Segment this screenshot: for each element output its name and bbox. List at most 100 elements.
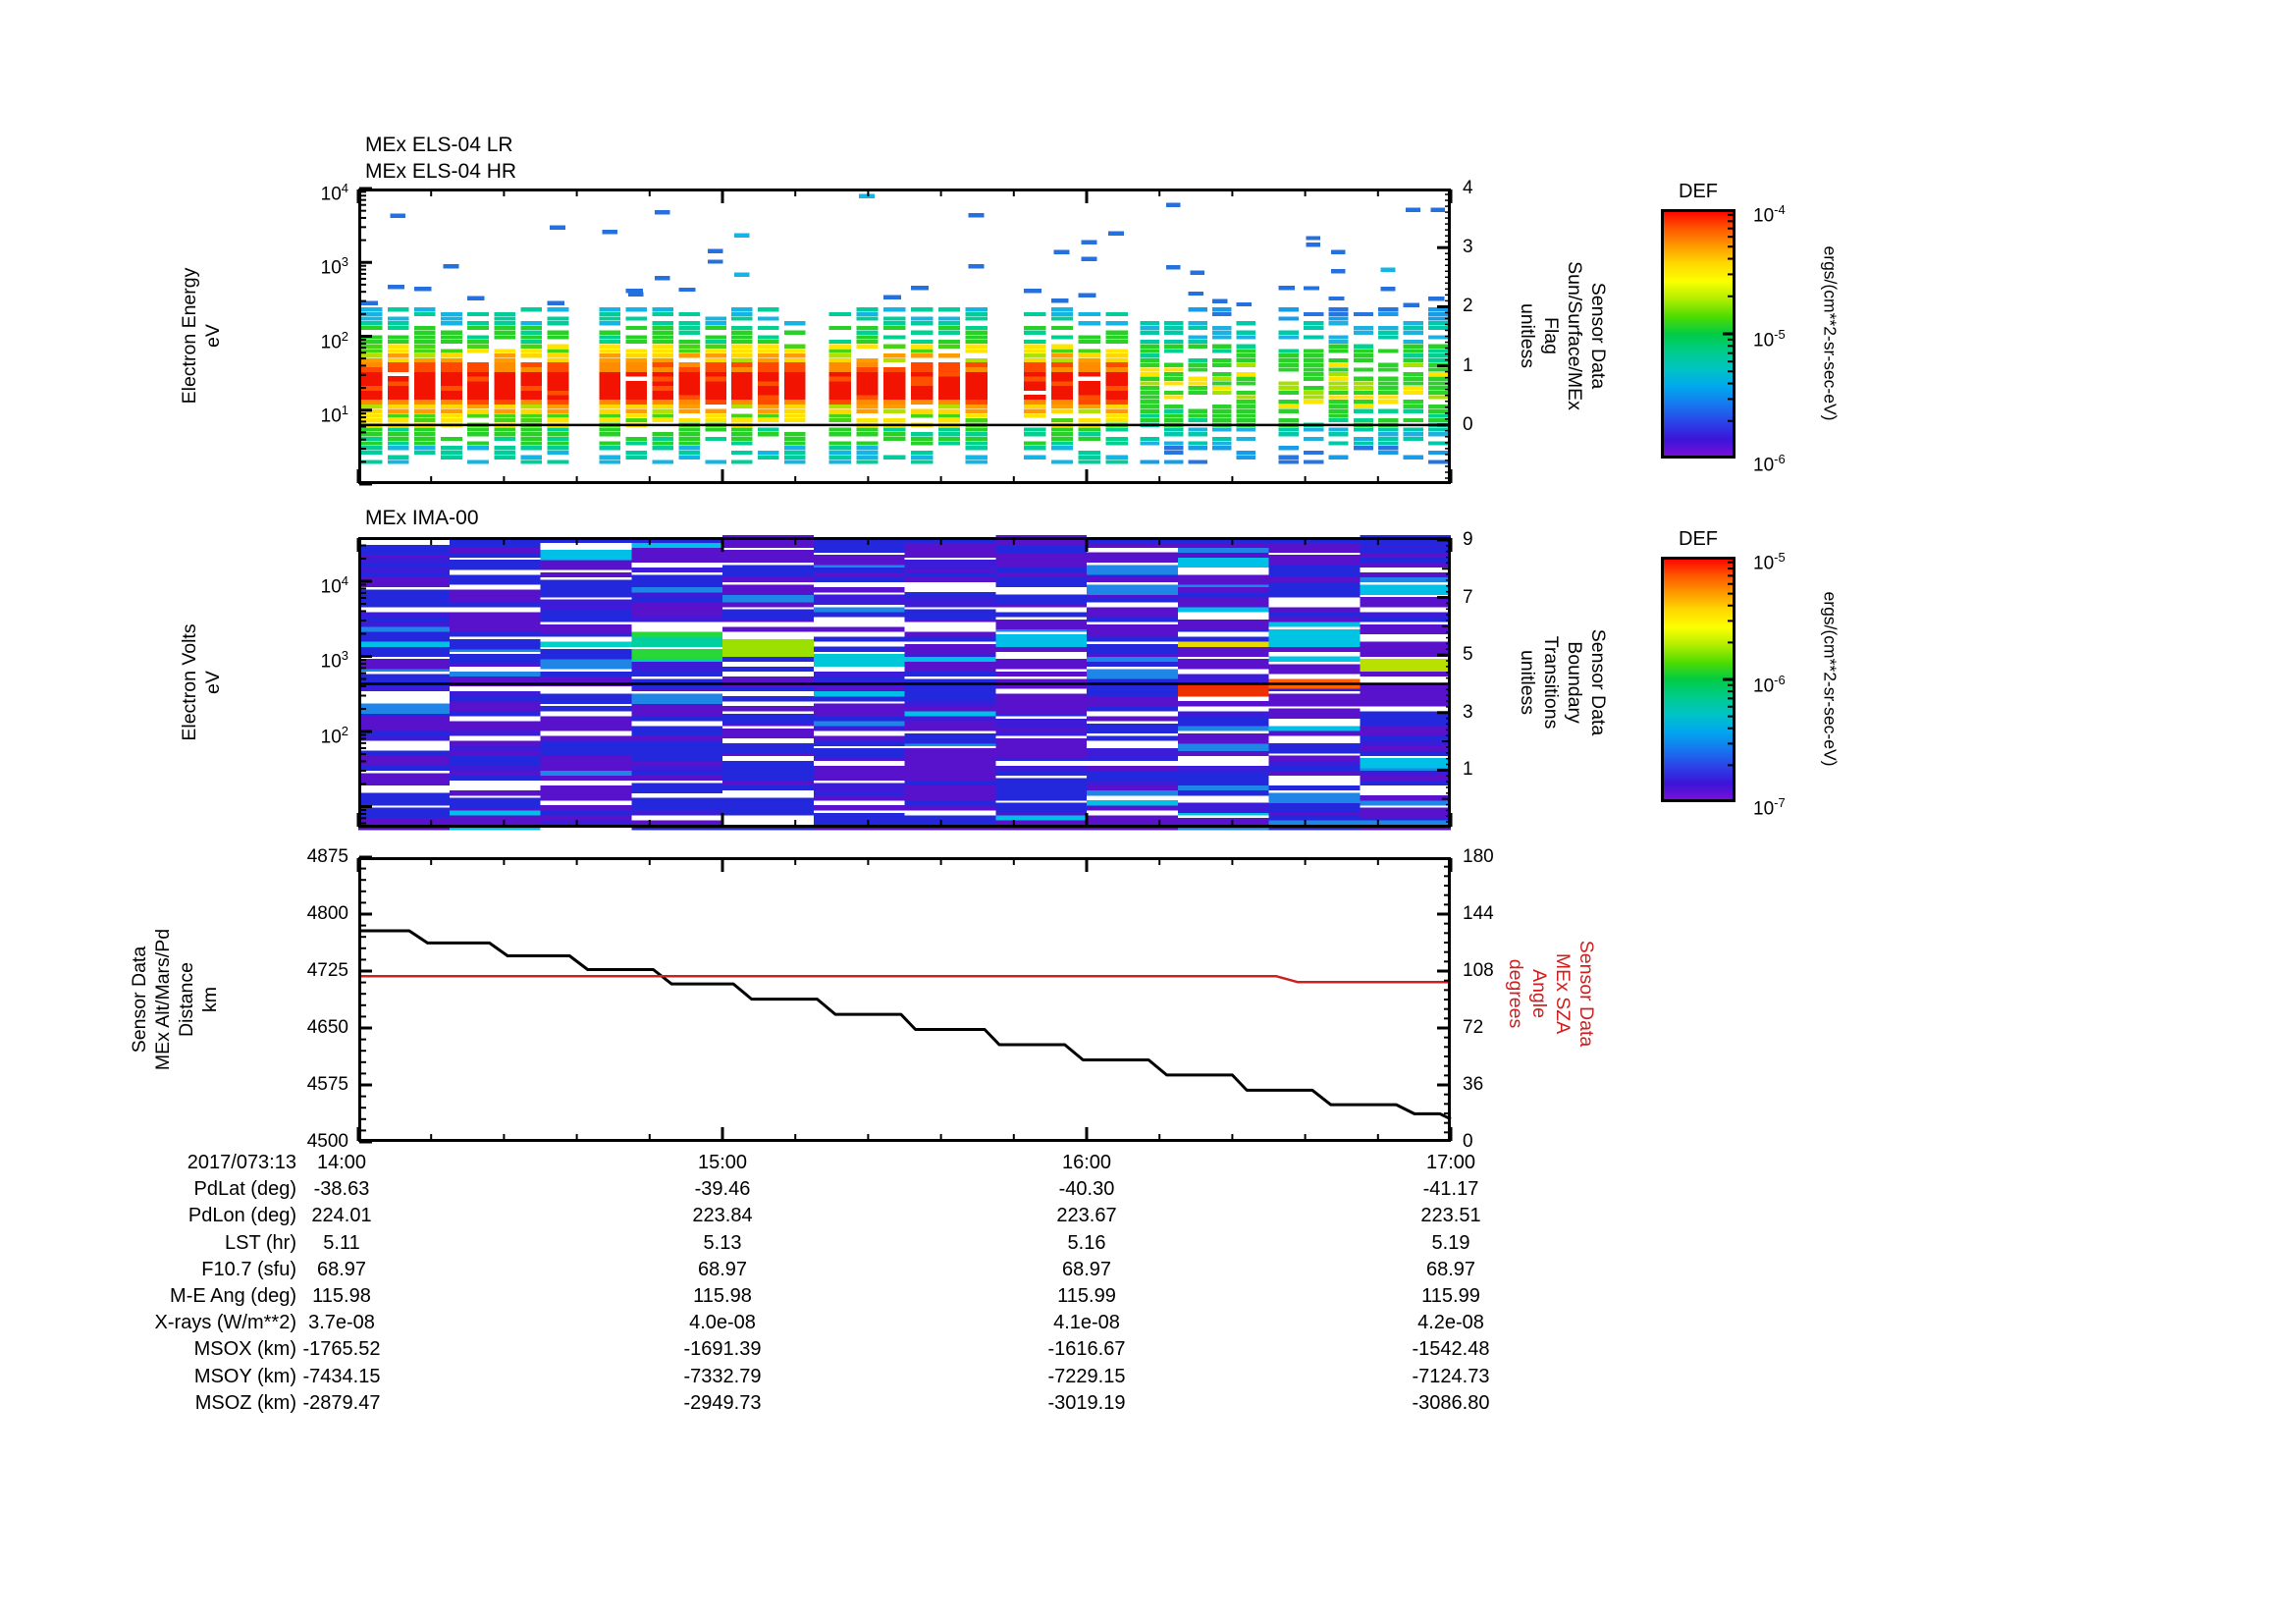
table-cell: 223.84 (692, 1205, 753, 1227)
table-cell: 115.98 (312, 1285, 371, 1307)
table-cell: 68.97 (1425, 1258, 1476, 1280)
els-spectrogram-panel (356, 187, 1453, 486)
aux-y-axis-label-line: Sensor Data (129, 946, 150, 1054)
altitude-sza-line-panel (356, 855, 1453, 1144)
aux-right-axis-label-line: Sensor Data (1575, 940, 1597, 1048)
mex-orbit-summary-figure: MEx ELS-04 LR MEx ELS-04 HR MEx IMA-00 E… (0, 0, 2296, 1623)
table-cell: 68.97 (697, 1258, 748, 1280)
table-cell: -7332.79 (683, 1365, 762, 1387)
table-cell: -7434.15 (302, 1365, 381, 1387)
cb-ima-tick-label: 10-5 (1753, 550, 1786, 574)
ima-y-axis-label: Electron Volts eV (178, 535, 225, 830)
aux-y-tick-label: 4800 (306, 903, 348, 924)
cb-ima-tick-label: 10-6 (1753, 673, 1786, 697)
els-y-tick-label: 102 (320, 328, 348, 352)
els-right-axis-label-line: Sensor Data (1587, 282, 1609, 390)
aux-right-axis-label-line: MEx SZA (1552, 952, 1574, 1035)
table-cell: 68.97 (316, 1258, 367, 1280)
ima-right-axis-label-line: Sensor Data (1587, 628, 1609, 736)
ima-y-axis-label-line: eV (202, 671, 224, 694)
els-right-tick-label: 3 (1463, 237, 1473, 258)
ima-title: MEx IMA-00 (365, 507, 479, 529)
ima-right-tick-label: 5 (1463, 644, 1473, 666)
ima-right-tick-label: 9 (1463, 528, 1473, 550)
table-cell: -1691.39 (683, 1338, 762, 1361)
els-colorbar-title: DEF (1679, 181, 1718, 202)
cb-els-tick-label: 10-6 (1753, 452, 1786, 476)
table-cell: -3019.19 (1047, 1391, 1126, 1414)
table-cell: -40.30 (1058, 1178, 1115, 1201)
time-label: 16:00 (1061, 1152, 1112, 1173)
els-y-axis-label: Electron Energy eV (178, 189, 225, 483)
ima-y-tick-label: 103 (320, 648, 348, 673)
time-label: 14:00 (316, 1152, 367, 1173)
table-cell: -39.46 (694, 1178, 751, 1201)
ima-right-axis-label-line: Boundary (1564, 641, 1585, 724)
aux-y-axis-label-line: Distance (176, 962, 197, 1037)
els-right-axis-label: Sensor Data Sun/Surface/MEx Flag unitles… (1516, 179, 1610, 493)
aux-y-axis-label: Sensor Data MEx Alt/Mars/Pd Distance km (128, 852, 222, 1147)
els-y-axis-label-line: eV (202, 324, 224, 348)
aux-y-axis-label-line: MEx Alt/Mars/Pd (152, 928, 174, 1071)
table-cell: 223.51 (1420, 1205, 1481, 1227)
table-cell: -2949.73 (683, 1391, 762, 1414)
table-cell: -7229.15 (1047, 1365, 1126, 1387)
ima-colorbar-title: DEF (1679, 528, 1718, 550)
aux-y-axis-label-line: km (199, 987, 221, 1012)
els-title-line2: MEx ELS-04 HR (365, 160, 517, 183)
table-cell: 115.99 (1057, 1285, 1116, 1307)
table-cell: 223.67 (1056, 1205, 1117, 1227)
ima-right-tick-label: 1 (1463, 759, 1473, 781)
table-cell: 4.0e-08 (689, 1312, 756, 1334)
table-cell: 4.1e-08 (1053, 1312, 1120, 1334)
aux-right-axis-label: Sensor Data MEx SZA Angle degrees (1504, 837, 1598, 1151)
table-cell: 115.99 (1421, 1285, 1480, 1307)
ima-colorbar (1661, 557, 1735, 802)
aux-right-axis-label-line: Angle (1528, 969, 1550, 1018)
time-label: 15:00 (697, 1152, 748, 1173)
table-cell: 5.13 (703, 1231, 742, 1254)
table-cell: 3.7e-08 (308, 1312, 375, 1334)
els-right-tick-label: 0 (1463, 413, 1473, 435)
cb-ima-tick-label: 10-7 (1753, 795, 1786, 820)
els-right-axis-label-line: unitless (1517, 302, 1538, 369)
els-y-tick-label: 101 (320, 402, 348, 427)
table-cell: 4.2e-08 (1417, 1312, 1484, 1334)
els-right-axis-label-line: Sun/Surface/MEx (1564, 261, 1585, 410)
aux-right-tick-label: 36 (1463, 1074, 1484, 1095)
els-right-tick-label: 4 (1463, 178, 1473, 198)
ima-right-axis-label-line: Transitions (1540, 635, 1562, 730)
ima-right-tick-label: 3 (1463, 701, 1473, 723)
table-cell: -41.17 (1422, 1178, 1479, 1201)
table-cell: 5.11 (323, 1231, 360, 1254)
els-colorbar (1661, 209, 1735, 459)
table-cell: 5.19 (1431, 1231, 1470, 1254)
aux-right-tick-label: 72 (1463, 1017, 1484, 1038)
table-cell: -38.63 (313, 1178, 370, 1201)
ima-y-tick-label: 102 (320, 723, 348, 748)
aux-y-tick-label: 4725 (306, 960, 348, 981)
aux-right-tick-label: 108 (1463, 960, 1494, 981)
table-cell: 115.98 (693, 1285, 752, 1307)
ima-y-tick-label: 104 (320, 572, 348, 598)
ima-y-axis-label-line: Electron Volts (179, 623, 200, 741)
ima-right-axis-label-line: unitless (1517, 649, 1538, 716)
table-cell: 224.01 (311, 1205, 372, 1227)
els-title-line1: MEx ELS-04 LR (365, 134, 513, 156)
table-cell: -1616.67 (1047, 1338, 1126, 1361)
els-right-axis-label-line: Flag (1540, 317, 1562, 354)
aux-right-axis-label-line: degrees (1505, 958, 1526, 1029)
table-cell: -3086.80 (1412, 1391, 1490, 1414)
ima-right-axis-label: Sensor Data Boundary Transitions unitles… (1516, 525, 1610, 839)
ima-spectrogram-panel (356, 535, 1453, 831)
table-cell: -2879.47 (302, 1391, 381, 1414)
aux-y-tick-label: 4650 (306, 1017, 348, 1038)
els-right-tick-label: 2 (1463, 296, 1473, 317)
table-cell: 68.97 (1061, 1258, 1112, 1280)
ima-right-tick-label: 7 (1463, 586, 1473, 608)
els-y-tick-label: 104 (320, 181, 348, 205)
els-y-tick-label: 103 (320, 254, 348, 279)
cb-els-tick-label: 10-4 (1753, 202, 1786, 227)
els-right-tick-label: 1 (1463, 354, 1473, 376)
aux-y-tick-label: 4575 (306, 1074, 348, 1095)
